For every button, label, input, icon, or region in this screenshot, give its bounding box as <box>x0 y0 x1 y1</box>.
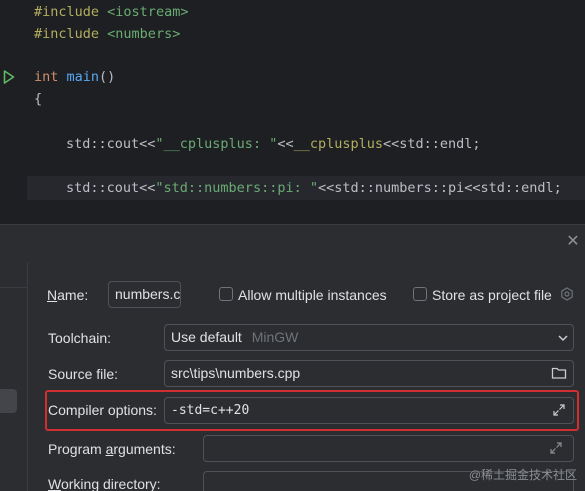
code-line-9: std::cout<<"std::numbers::pi: "<<std::nu… <box>66 180 562 196</box>
compiler-options-label: Compiler options: <box>48 402 157 418</box>
gear-icon[interactable] <box>560 287 574 301</box>
working-dir-label: Working directory: <box>48 476 161 491</box>
name-label: Name: <box>47 287 89 303</box>
code-line-4: int main() <box>34 69 116 85</box>
code-line-7: std::cout<<"__cplusplus: "<<__cplusplus<… <box>66 136 481 152</box>
program-args-label: Program arguments: <box>48 441 176 457</box>
folder-icon[interactable] <box>551 366 567 380</box>
program-args-field[interactable] <box>203 435 574 462</box>
divider <box>0 287 28 288</box>
selected-configuration[interactable] <box>0 389 17 413</box>
code-line-1: #include <iostream> <box>34 4 189 20</box>
chevron-down-icon[interactable] <box>556 331 570 345</box>
expand-icon[interactable] <box>549 441 563 455</box>
dialog-header: ✕ <box>0 224 585 262</box>
editor-gutter <box>0 0 27 224</box>
code-editor[interactable]: #include <iostream> #include <numbers> i… <box>0 0 585 224</box>
store-project-label: Store as project file <box>432 287 552 303</box>
toolchain-value: Use default <box>171 329 242 345</box>
expand-icon[interactable] <box>552 403 566 417</box>
name-field[interactable]: numbers.c <box>108 281 181 308</box>
configurations-list[interactable] <box>0 262 28 491</box>
code-line-5: { <box>34 91 43 107</box>
source-file-field[interactable]: src\tips\numbers.cpp <box>164 360 574 387</box>
code-line-2: #include <numbers> <box>34 26 181 42</box>
watermark: @稀土掘金技术社区 <box>468 468 577 482</box>
toolchain-label: Toolchain: <box>48 330 112 346</box>
toolchain-hint: MinGW <box>251 329 299 345</box>
compiler-options-field[interactable]: -std=c++20 <box>164 397 574 424</box>
store-project-checkbox[interactable] <box>413 287 427 301</box>
run-icon[interactable] <box>3 70 15 84</box>
close-icon[interactable]: ✕ <box>565 234 581 250</box>
allow-multiple-label: Allow multiple instances <box>238 287 387 303</box>
allow-multiple-checkbox[interactable] <box>219 287 233 301</box>
toolchain-select[interactable]: Use default MinGW <box>164 324 574 351</box>
source-file-label: Source file: <box>48 366 119 382</box>
